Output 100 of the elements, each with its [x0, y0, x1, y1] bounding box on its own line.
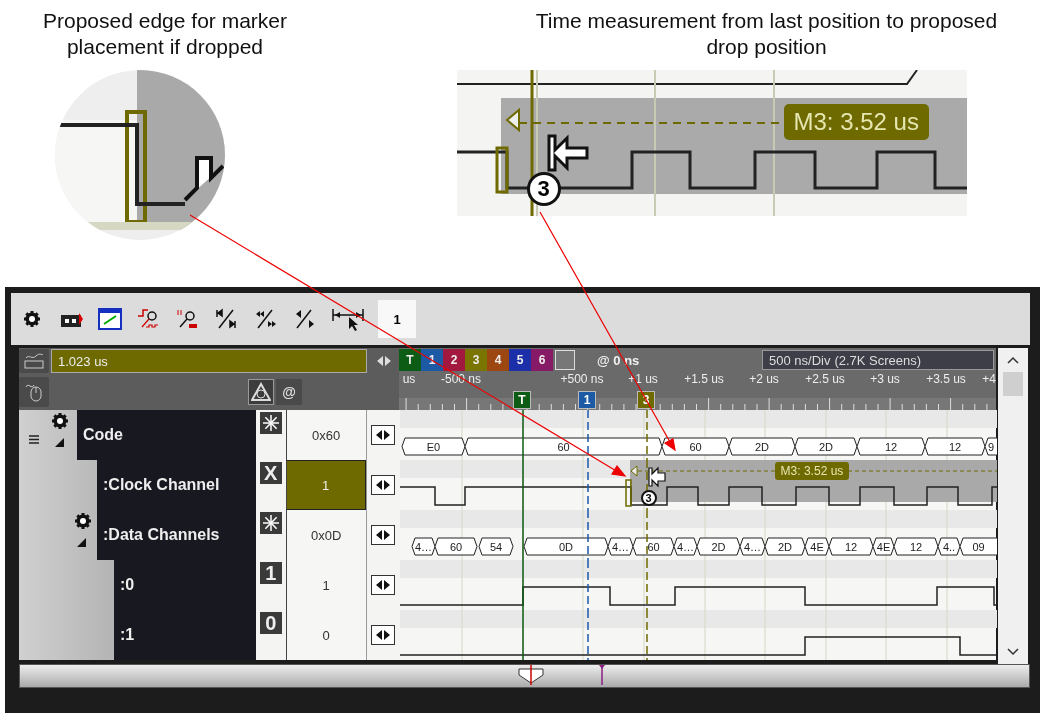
overview-position-marker[interactable]: [518, 665, 544, 685]
at-button[interactable]: @: [276, 379, 302, 405]
gear-icon: [23, 310, 41, 328]
bus-value: 09: [972, 541, 985, 553]
up-caret-icon[interactable]: [1007, 356, 1019, 364]
expand-triangle-icon[interactable]: [77, 538, 86, 547]
time-tick-label: +3 us: [870, 372, 900, 386]
bus-value: E0: [426, 441, 440, 453]
color-swatch: [555, 350, 575, 370]
left-right-button[interactable]: [371, 575, 396, 595]
measurement-label: M3: 3.52 us: [783, 104, 929, 140]
channel-value[interactable]: 0: [285, 610, 366, 660]
left-right-button[interactable]: [371, 425, 396, 445]
left-right-button[interactable]: [371, 525, 396, 545]
bus-value: 9: [987, 441, 994, 453]
count-field[interactable]: 1: [378, 300, 416, 338]
left-right-arrows-icon: [377, 356, 391, 366]
down-caret-icon[interactable]: [1007, 648, 1019, 656]
time-tick-label: +1.5 us: [684, 372, 724, 386]
marker-tab[interactable]: 5: [509, 349, 531, 371]
pointer-cursor-icon: [648, 466, 666, 488]
cursor-position: @ 0 ns: [597, 352, 640, 368]
scroll-thumb[interactable]: [1003, 372, 1023, 396]
expand-triangle-icon[interactable]: [55, 438, 64, 447]
measurement-label: M3: 3.52 us: [774, 462, 850, 480]
marker-tab[interactable]: 2: [443, 349, 465, 371]
bus-value: 2D: [754, 441, 769, 453]
bus-value: 2D: [711, 541, 726, 553]
bus-segment: [856, 437, 926, 456]
channel-state-badge: X: [259, 462, 282, 484]
bus-segment: [478, 537, 514, 556]
marker-tab[interactable]: 6: [531, 349, 553, 371]
left-right-arrows-icon: [376, 430, 391, 440]
bus-value: 60: [449, 541, 462, 553]
bus-value: 2D: [777, 541, 792, 553]
time-tick-label: us: [402, 372, 416, 386]
channel-state-badge: 1: [259, 562, 282, 584]
channel-value[interactable]: 1: [285, 460, 366, 510]
measure-cursor-icon[interactable]: [331, 306, 365, 332]
bus-value: 60: [647, 541, 660, 553]
left-right-arrows-icon: [376, 530, 391, 540]
bus-value: 60: [557, 441, 570, 453]
time-tick-label: +500 ns: [560, 372, 604, 386]
channel-name[interactable]: :0: [114, 560, 256, 610]
left-right-arrows-icon: [376, 480, 391, 490]
bus-value: 4…: [611, 541, 629, 553]
bus-segment: [728, 437, 796, 456]
time-field[interactable]: 1.023 us: [51, 349, 367, 373]
asterisk-icon: [259, 412, 282, 434]
left-right-button[interactable]: [371, 475, 396, 495]
time-tick-label: -500 ns: [441, 372, 481, 386]
time-tick-label: +2 us: [749, 372, 779, 386]
left-right-arrows-icon: [376, 580, 391, 590]
time-tick-label: +3.5 us: [926, 372, 966, 386]
channel-name[interactable]: :Clock Channel: [97, 460, 256, 510]
channel-value[interactable]: 0x0D: [285, 510, 366, 560]
overview-bar[interactable]: [19, 664, 1030, 688]
bus-value: 12: [844, 541, 857, 553]
callout-text: Proposed edge for marker placement if dropped: [42, 8, 288, 60]
bus-value: 4..: [942, 541, 955, 553]
bus-value: 2D: [818, 441, 833, 453]
marker-flag[interactable]: 1: [578, 391, 596, 409]
bus-value: 54: [489, 541, 502, 553]
marker-flag[interactable]: T: [513, 391, 531, 409]
channel-name[interactable]: Code: [77, 410, 256, 460]
bus-value: 0D: [558, 541, 573, 553]
channel-name[interactable]: :Data Channels: [97, 510, 256, 560]
overview-marker: [599, 665, 605, 685]
window-icon[interactable]: [97, 306, 123, 332]
bus-value: 12: [948, 441, 961, 453]
channel-value[interactable]: 1: [285, 560, 366, 610]
bus-value: 60: [689, 441, 702, 453]
gear-icon: [51, 412, 69, 430]
marker-tab[interactable]: 4: [487, 349, 509, 371]
time-tick-label: +4: [982, 372, 996, 386]
asterisk-icon: [259, 512, 282, 534]
marker-tab[interactable]: T: [399, 349, 421, 371]
bus-segment: [794, 437, 858, 456]
bus-value: 4…: [743, 541, 761, 553]
bus-value: 12: [884, 441, 897, 453]
channel-name[interactable]: :1: [114, 610, 256, 660]
keyboard-icon[interactable]: [19, 349, 49, 373]
mouse-icon[interactable]: [19, 377, 49, 407]
time-per-div: 500 ns/Div: [769, 352, 831, 368]
gear-icon: [74, 512, 92, 530]
screen-count: (2.7K Screens): [834, 352, 922, 368]
bus-value: 4…: [414, 541, 432, 553]
bus-value: 4E: [809, 541, 824, 553]
bus-value: 4…: [676, 541, 694, 553]
marker-tab[interactable]: 3: [465, 349, 487, 371]
marker-flag[interactable]: 3: [637, 391, 655, 409]
callout-text: Time measurement from last position to proposed drop position: [534, 8, 999, 60]
bus-value: 12: [909, 541, 922, 553]
left-right-arrows-icon: [376, 630, 391, 640]
vertical-scrollbar[interactable]: [998, 348, 1028, 664]
channel-state-badge: 0: [259, 612, 282, 634]
bus-value: 4E: [876, 541, 890, 553]
time-tick-label: +2.5 us: [805, 372, 845, 386]
left-right-button[interactable]: [371, 625, 396, 645]
channel-value[interactable]: 0x60: [285, 410, 366, 460]
